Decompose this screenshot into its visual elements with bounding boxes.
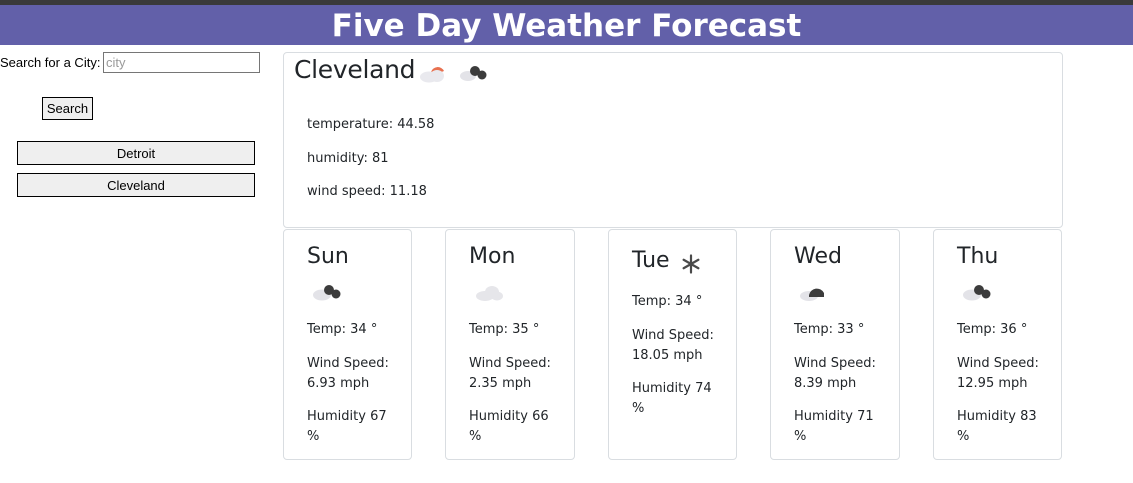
snowflake-icon — [682, 254, 700, 274]
forecast-temp: Temp: 33 ° — [794, 322, 865, 337]
search-label: Search for a City: — [0, 55, 101, 70]
partly-cloudy-day-icon — [420, 67, 444, 83]
history-button-cleveland[interactable]: Cleveland — [17, 173, 255, 197]
forecast-card-thu: Thu Temp: 36 ° Wind Speed: 12.95 mph Hum… — [933, 229, 1062, 460]
dark-cloud-icon — [800, 288, 824, 301]
current-humidity: humidity: 81 — [307, 151, 389, 166]
forecast-card-mon: Mon Temp: 35 ° Wind Speed: 2.35 mph Humi… — [445, 229, 575, 460]
forecast-temp: Temp: 34 ° — [307, 322, 378, 337]
search-button[interactable]: Search — [42, 97, 93, 120]
forecast-humidity: Humidity 67 % — [307, 409, 387, 444]
forecast-card-sun: Sun Temp: 34 ° Wind Speed: 6.93 mph Humi… — [283, 229, 412, 460]
forecast-day-name: Tue — [632, 248, 670, 273]
forecast-day-name: Sun — [307, 244, 349, 269]
forecast-humidity: Humidity 66 % — [469, 409, 549, 444]
cloudy-night-icon — [313, 285, 341, 301]
current-temperature: temperature: 44.58 — [307, 117, 435, 132]
forecast-card-wed: Wed Temp: 33 ° Wind Speed: 8.39 mph Humi… — [770, 229, 900, 460]
forecast-wind: Wind Speed: 12.95 mph — [957, 356, 1039, 391]
forecast-temp: Temp: 34 ° — [632, 294, 703, 309]
forecast-day-name: Mon — [469, 244, 516, 269]
forecast-wind: Wind Speed: 8.39 mph — [794, 356, 876, 391]
forecast-temp: Temp: 35 ° — [469, 322, 540, 337]
current-wind-speed: wind speed: 11.18 — [307, 184, 427, 199]
forecast-humidity: Humidity 71 % — [794, 409, 874, 444]
city-search-input[interactable] — [103, 52, 260, 73]
cloud-icon — [476, 286, 503, 301]
page-title: Five Day Weather Forecast — [0, 5, 1133, 45]
forecast-wind: Wind Speed: 18.05 mph — [632, 328, 714, 363]
forecast-humidity: Humidity 83 % — [957, 409, 1037, 444]
forecast-wind: Wind Speed: 2.35 mph — [469, 356, 551, 391]
forecast-day-name: Thu — [957, 244, 999, 269]
history-button-detroit[interactable]: Detroit — [17, 141, 255, 165]
forecast-wind: Wind Speed: 6.93 mph — [307, 356, 389, 391]
current-city-name: Cleveland — [294, 55, 416, 84]
forecast-humidity: Humidity 74 % — [632, 381, 712, 416]
current-weather-card: Cleveland temperature: 44.58 humidity: 8… — [283, 52, 1063, 228]
cloudy-night-icon — [963, 285, 991, 301]
cloudy-night-icon — [460, 66, 487, 81]
forecast-card-tue: Tue Temp: 34 ° Wind Speed: 18.05 mph Hum… — [608, 229, 737, 460]
forecast-temp: Temp: 36 ° — [957, 322, 1028, 337]
forecast-day-name: Wed — [794, 244, 842, 269]
